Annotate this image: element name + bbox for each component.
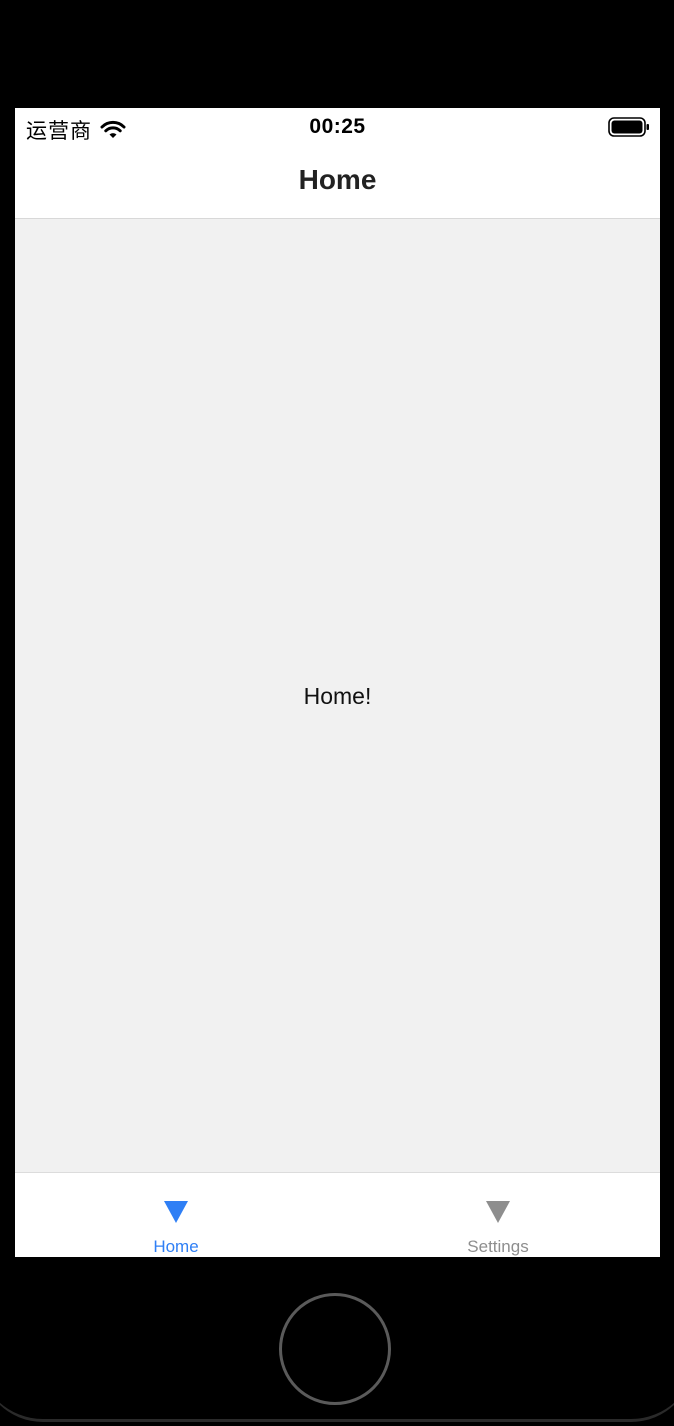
tab-settings[interactable]: Settings [337, 1173, 659, 1257]
device-frame: 运营商 00:25 Home Home! Home Settings [0, 0, 674, 1426]
status-bar: 运营商 00:25 [15, 108, 660, 146]
tab-settings-label: Settings [467, 1237, 529, 1256]
content-text: Home! [303, 683, 372, 709]
content-area: Home! [15, 219, 660, 1172]
screen: 运营商 00:25 Home Home! Home Settings [15, 108, 660, 1257]
tab-home-label: Home [153, 1237, 199, 1256]
navigation-bar: Home [15, 146, 660, 219]
home-button[interactable] [279, 1293, 391, 1405]
tab-bar: Home Settings [15, 1172, 660, 1257]
triangle-down-icon [486, 1201, 510, 1223]
tab-home[interactable]: Home [15, 1173, 337, 1257]
page-title: Home [298, 164, 377, 195]
triangle-down-icon [164, 1201, 188, 1223]
status-time: 00:25 [309, 115, 366, 138]
battery-full-icon [608, 117, 650, 137]
